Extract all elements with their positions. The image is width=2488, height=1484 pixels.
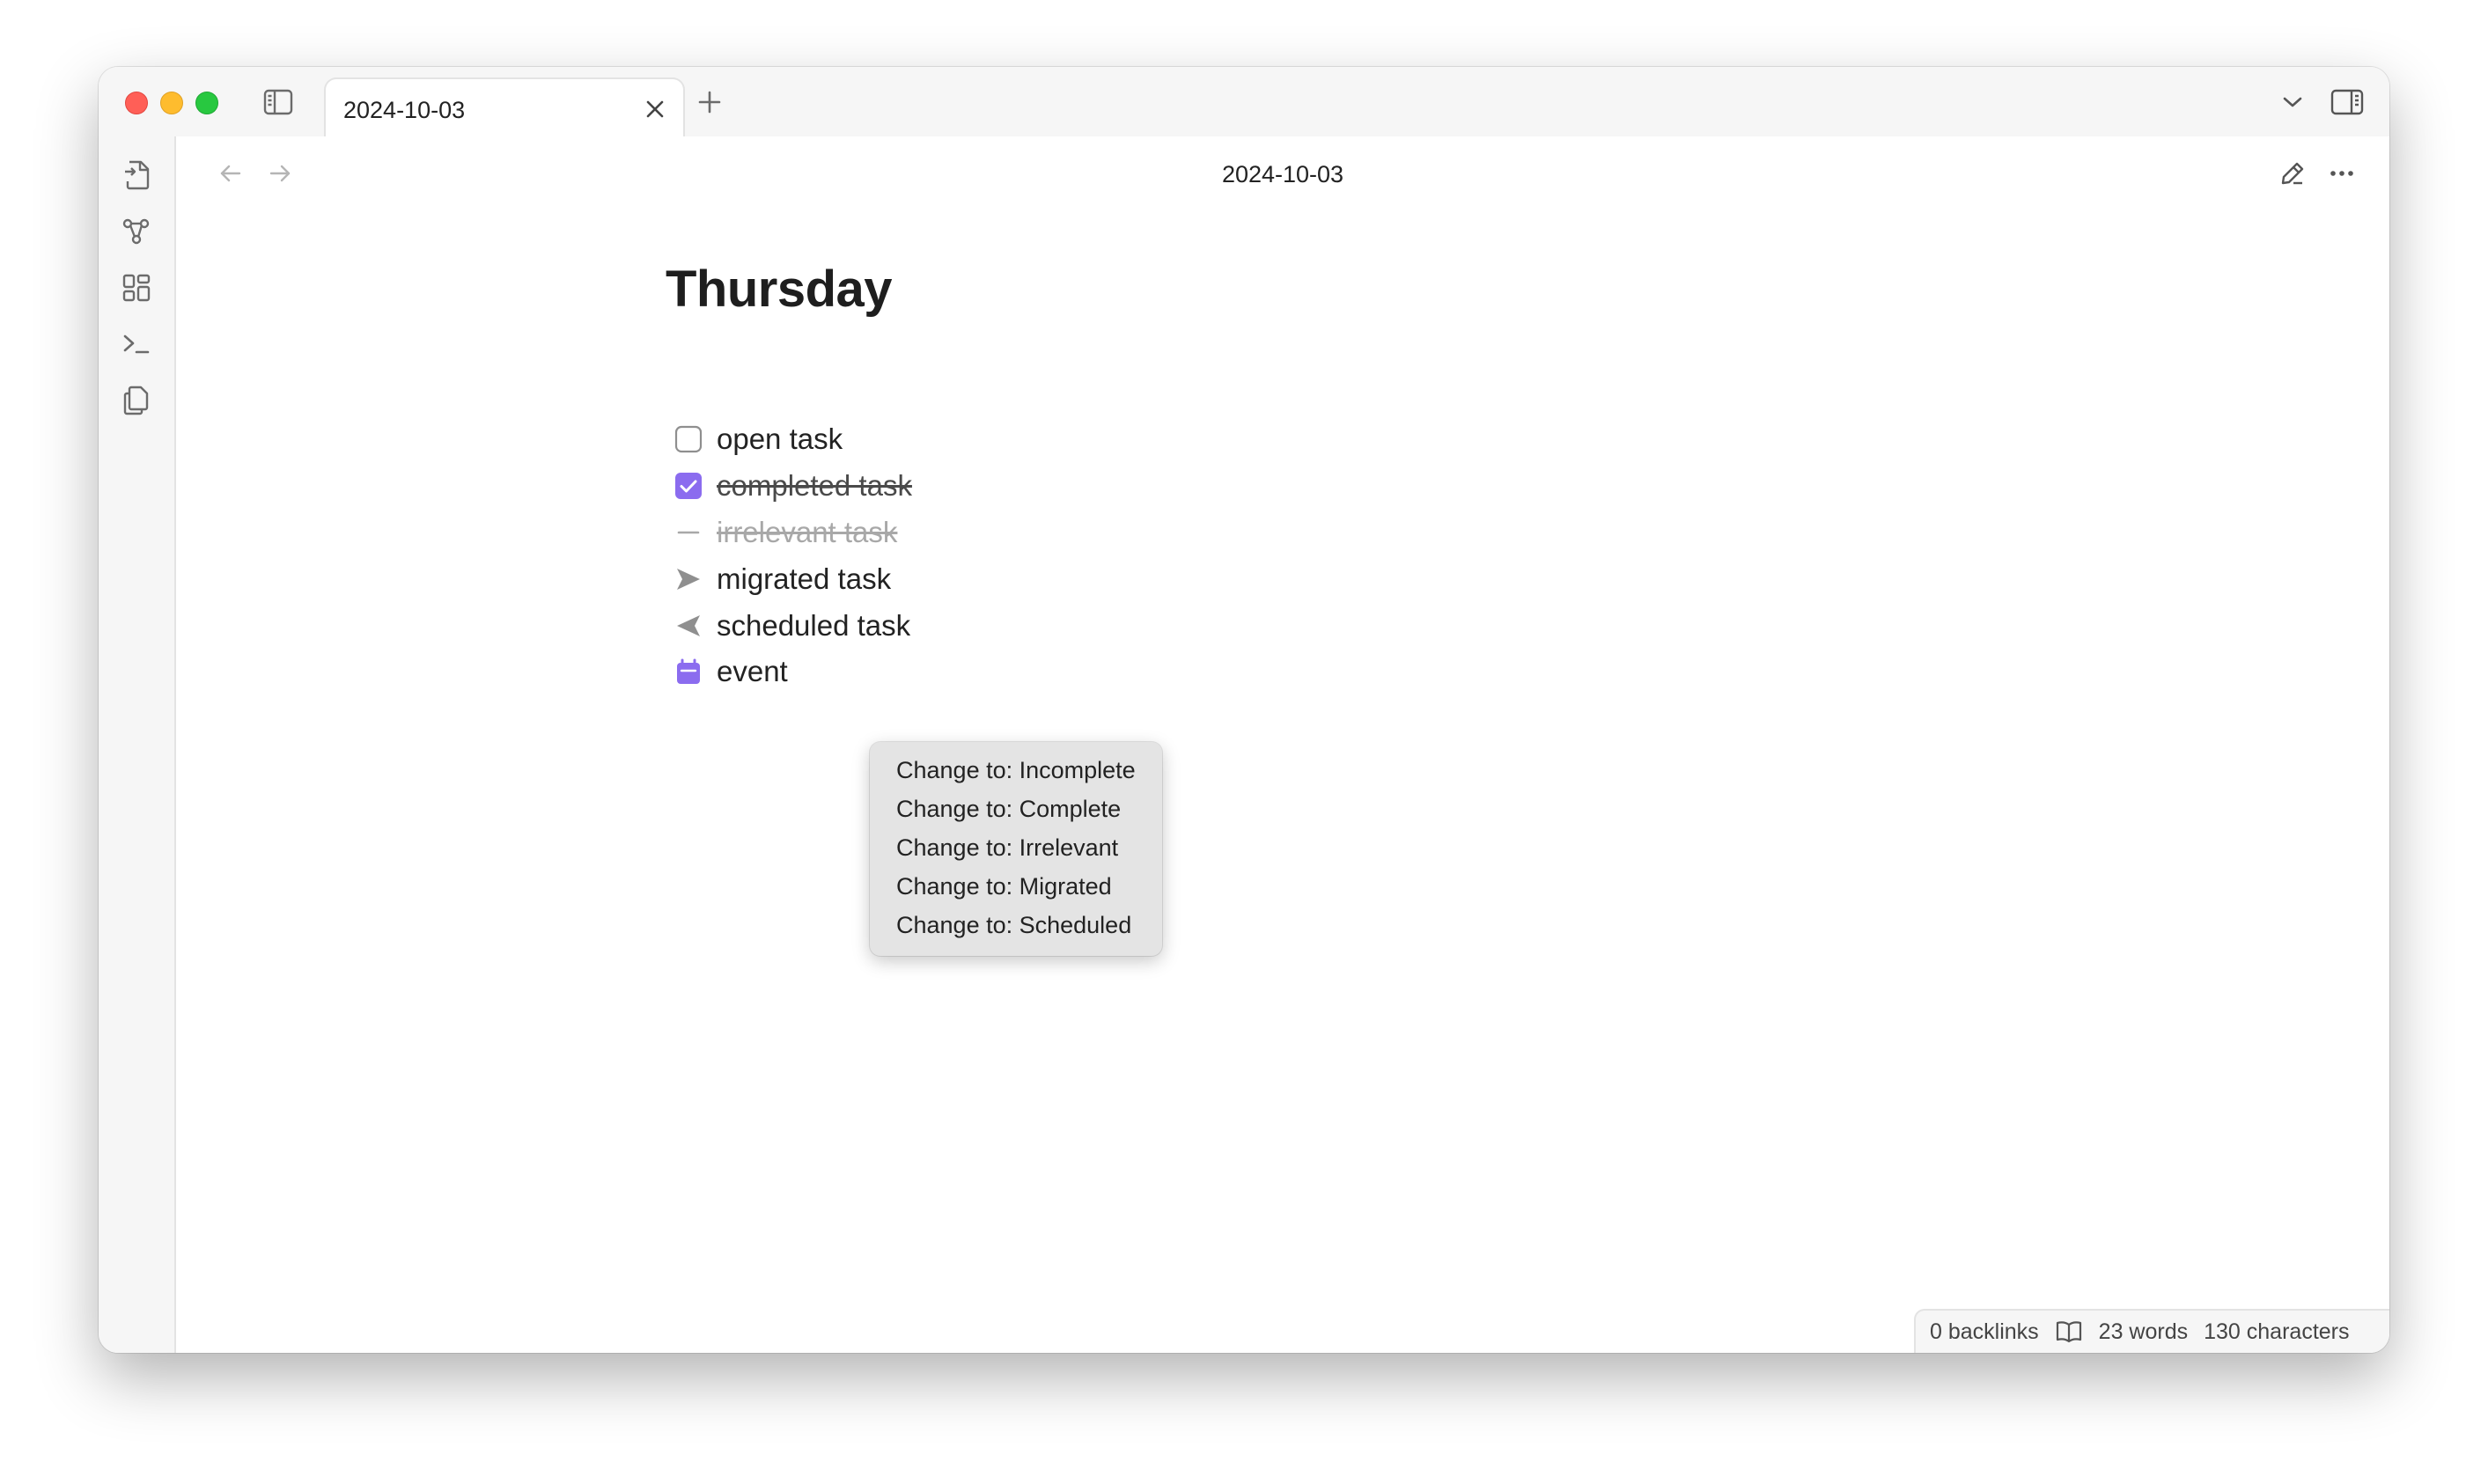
context-menu: Change to: Incomplete Change to: Complet… (870, 742, 1162, 956)
list-item: scheduled task (674, 603, 910, 649)
menu-item-incomplete[interactable]: Change to: Incomplete (870, 751, 1162, 790)
list-item: completed task (674, 463, 912, 509)
list-item: event (674, 650, 788, 685)
title-bar: 2024-10-03 (99, 67, 2389, 138)
task-label[interactable]: event (717, 655, 788, 685)
sidebar-left-icon[interactable] (261, 84, 296, 120)
word-count: 23 words (2098, 1319, 2189, 1344)
left-ribbon (99, 136, 176, 1353)
list-item: irrelevant task (674, 510, 897, 555)
task-label[interactable]: migrated task (717, 562, 891, 596)
checkbox-empty-icon[interactable] (674, 425, 703, 453)
character-count: 130 characters (2204, 1319, 2350, 1344)
arrow-back-icon[interactable] (674, 612, 703, 640)
plus-icon[interactable] (692, 84, 727, 120)
zoom-window-button[interactable] (195, 92, 218, 114)
menu-item-complete[interactable]: Change to: Complete (870, 790, 1162, 828)
dash-icon[interactable] (674, 518, 703, 547)
editor-pane: 2024-10-03 Thursday open task completed … (176, 136, 2389, 1353)
terminal-icon[interactable] (117, 325, 156, 364)
task-label[interactable]: irrelevant task (717, 516, 897, 549)
copy-icon[interactable] (117, 381, 156, 420)
tab-title: 2024-10-03 (343, 97, 466, 123)
task-label[interactable]: open task (717, 422, 843, 456)
canvas-icon[interactable] (117, 268, 156, 307)
book-open-icon[interactable] (2055, 1320, 2083, 1343)
close-window-button[interactable] (125, 92, 148, 114)
minimize-window-button[interactable] (160, 92, 183, 114)
file-switch-icon[interactable] (117, 156, 156, 195)
note-title[interactable]: 2024-10-03 (176, 161, 2389, 188)
sidebar-right-icon[interactable] (2328, 84, 2367, 120)
task-label[interactable]: completed task (717, 469, 912, 503)
close-icon[interactable] (639, 93, 671, 125)
menu-item-scheduled[interactable]: Change to: Scheduled (870, 906, 1162, 944)
tab-2024-10-03[interactable]: 2024-10-03 (324, 77, 685, 138)
note-heading: Thursday (666, 261, 893, 318)
app-window: 2024-10-03 2024-10-03 Thursday open task… (99, 67, 2389, 1353)
pencil-icon[interactable] (2275, 156, 2310, 191)
list-item: open task (674, 416, 843, 462)
list-item: migrated task (674, 556, 891, 602)
calendar-icon[interactable] (674, 658, 703, 685)
more-horizontal-icon[interactable] (2324, 156, 2359, 191)
graph-icon[interactable] (117, 212, 156, 251)
menu-item-migrated[interactable]: Change to: Migrated (870, 867, 1162, 906)
task-label[interactable]: scheduled task (717, 609, 910, 643)
menu-item-irrelevant[interactable]: Change to: Irrelevant (870, 828, 1162, 867)
send-arrow-icon[interactable] (674, 565, 703, 593)
status-bar: 0 backlinks 23 words 130 characters (1914, 1309, 2389, 1353)
checkbox-checked-icon[interactable] (674, 472, 703, 500)
chevron-down-icon[interactable] (2275, 84, 2310, 120)
backlinks-count[interactable]: 0 backlinks (1930, 1319, 2039, 1345)
